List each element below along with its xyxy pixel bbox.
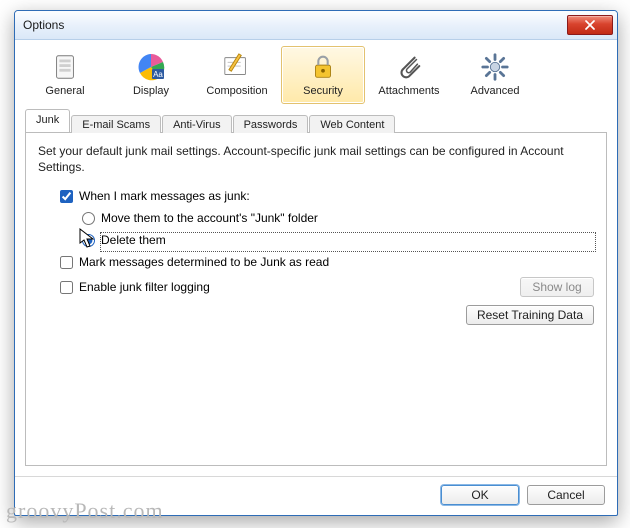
radio-move-to-junk[interactable] — [82, 212, 95, 225]
close-button[interactable] — [567, 15, 613, 35]
toolbar-item-security[interactable]: Security — [281, 46, 365, 104]
close-icon — [585, 20, 595, 30]
content-area: Junk E-mail Scams Anti-Virus Passwords W… — [15, 104, 617, 476]
ok-button[interactable]: OK — [441, 485, 519, 505]
toolbar-item-advanced[interactable]: Advanced — [453, 46, 537, 104]
window-title: Options — [23, 18, 565, 32]
label-move-to-junk: Move them to the account's "Junk" folder — [101, 211, 318, 225]
tabstrip: Junk E-mail Scams Anti-Virus Passwords W… — [25, 110, 607, 133]
focus-rectangle — [100, 232, 596, 252]
titlebar: Options — [15, 11, 617, 40]
toolbar-label: Display — [133, 85, 169, 97]
tab-webcontent[interactable]: Web Content — [309, 115, 395, 133]
toolbar-item-composition[interactable]: Composition — [195, 46, 279, 104]
tab-junk[interactable]: Junk — [25, 109, 70, 132]
tab-emailscams[interactable]: E-mail Scams — [71, 115, 161, 133]
label-delete-them: Delete them — [101, 233, 166, 247]
toolbar-label: Advanced — [471, 85, 520, 97]
label-mark-as-read: Mark messages determined to be Junk as r… — [79, 255, 329, 269]
junk-description: Set your default junk mail settings. Acc… — [38, 143, 594, 175]
composition-icon — [221, 51, 253, 83]
row-enable-logging: Enable junk filter logging Show log — [38, 277, 594, 297]
row-radio-delete: Delete them — [38, 233, 594, 247]
toolbar-label: Attachments — [378, 85, 439, 97]
toolbar-item-display[interactable]: Aa Display — [109, 46, 193, 104]
watermark: groovyPost.com — [6, 498, 164, 524]
display-icon: Aa — [135, 51, 167, 83]
toolbar-item-general[interactable]: General — [23, 46, 107, 104]
junk-pane: Set your default junk mail settings. Acc… — [25, 133, 607, 466]
toolbar-label: Security — [303, 85, 343, 97]
toolbar-label: Composition — [206, 85, 267, 97]
toolbar-item-attachments[interactable]: Attachments — [367, 46, 451, 104]
label-when-i-mark: When I mark messages as junk: — [79, 189, 250, 203]
cancel-button[interactable]: Cancel — [527, 485, 605, 505]
advanced-icon — [479, 51, 511, 83]
tab-antivirus[interactable]: Anti-Virus — [162, 115, 231, 133]
category-toolbar: General Aa Display — [15, 40, 617, 104]
general-icon — [49, 51, 81, 83]
row-mark-as-read: Mark messages determined to be Junk as r… — [38, 255, 594, 269]
attachments-icon — [393, 51, 425, 83]
radio-delete-them[interactable] — [82, 234, 95, 247]
tab-passwords[interactable]: Passwords — [233, 115, 309, 133]
checkbox-mark-as-read[interactable] — [60, 256, 73, 269]
options-window: Options General — [14, 10, 618, 516]
reset-training-data-button[interactable]: Reset Training Data — [466, 305, 594, 325]
row-radio-move: Move them to the account's "Junk" folder — [38, 211, 594, 225]
toolbar-label: General — [45, 85, 84, 97]
svg-text:Aa: Aa — [153, 70, 163, 79]
checkbox-when-i-mark[interactable] — [60, 190, 73, 203]
label-enable-logging: Enable junk filter logging — [79, 280, 210, 294]
checkbox-enable-logging[interactable] — [60, 281, 73, 294]
row-reset: Reset Training Data — [38, 305, 594, 325]
security-icon — [307, 51, 339, 83]
show-log-button[interactable]: Show log — [520, 277, 594, 297]
row-mark-as-junk: When I mark messages as junk: — [38, 189, 594, 203]
